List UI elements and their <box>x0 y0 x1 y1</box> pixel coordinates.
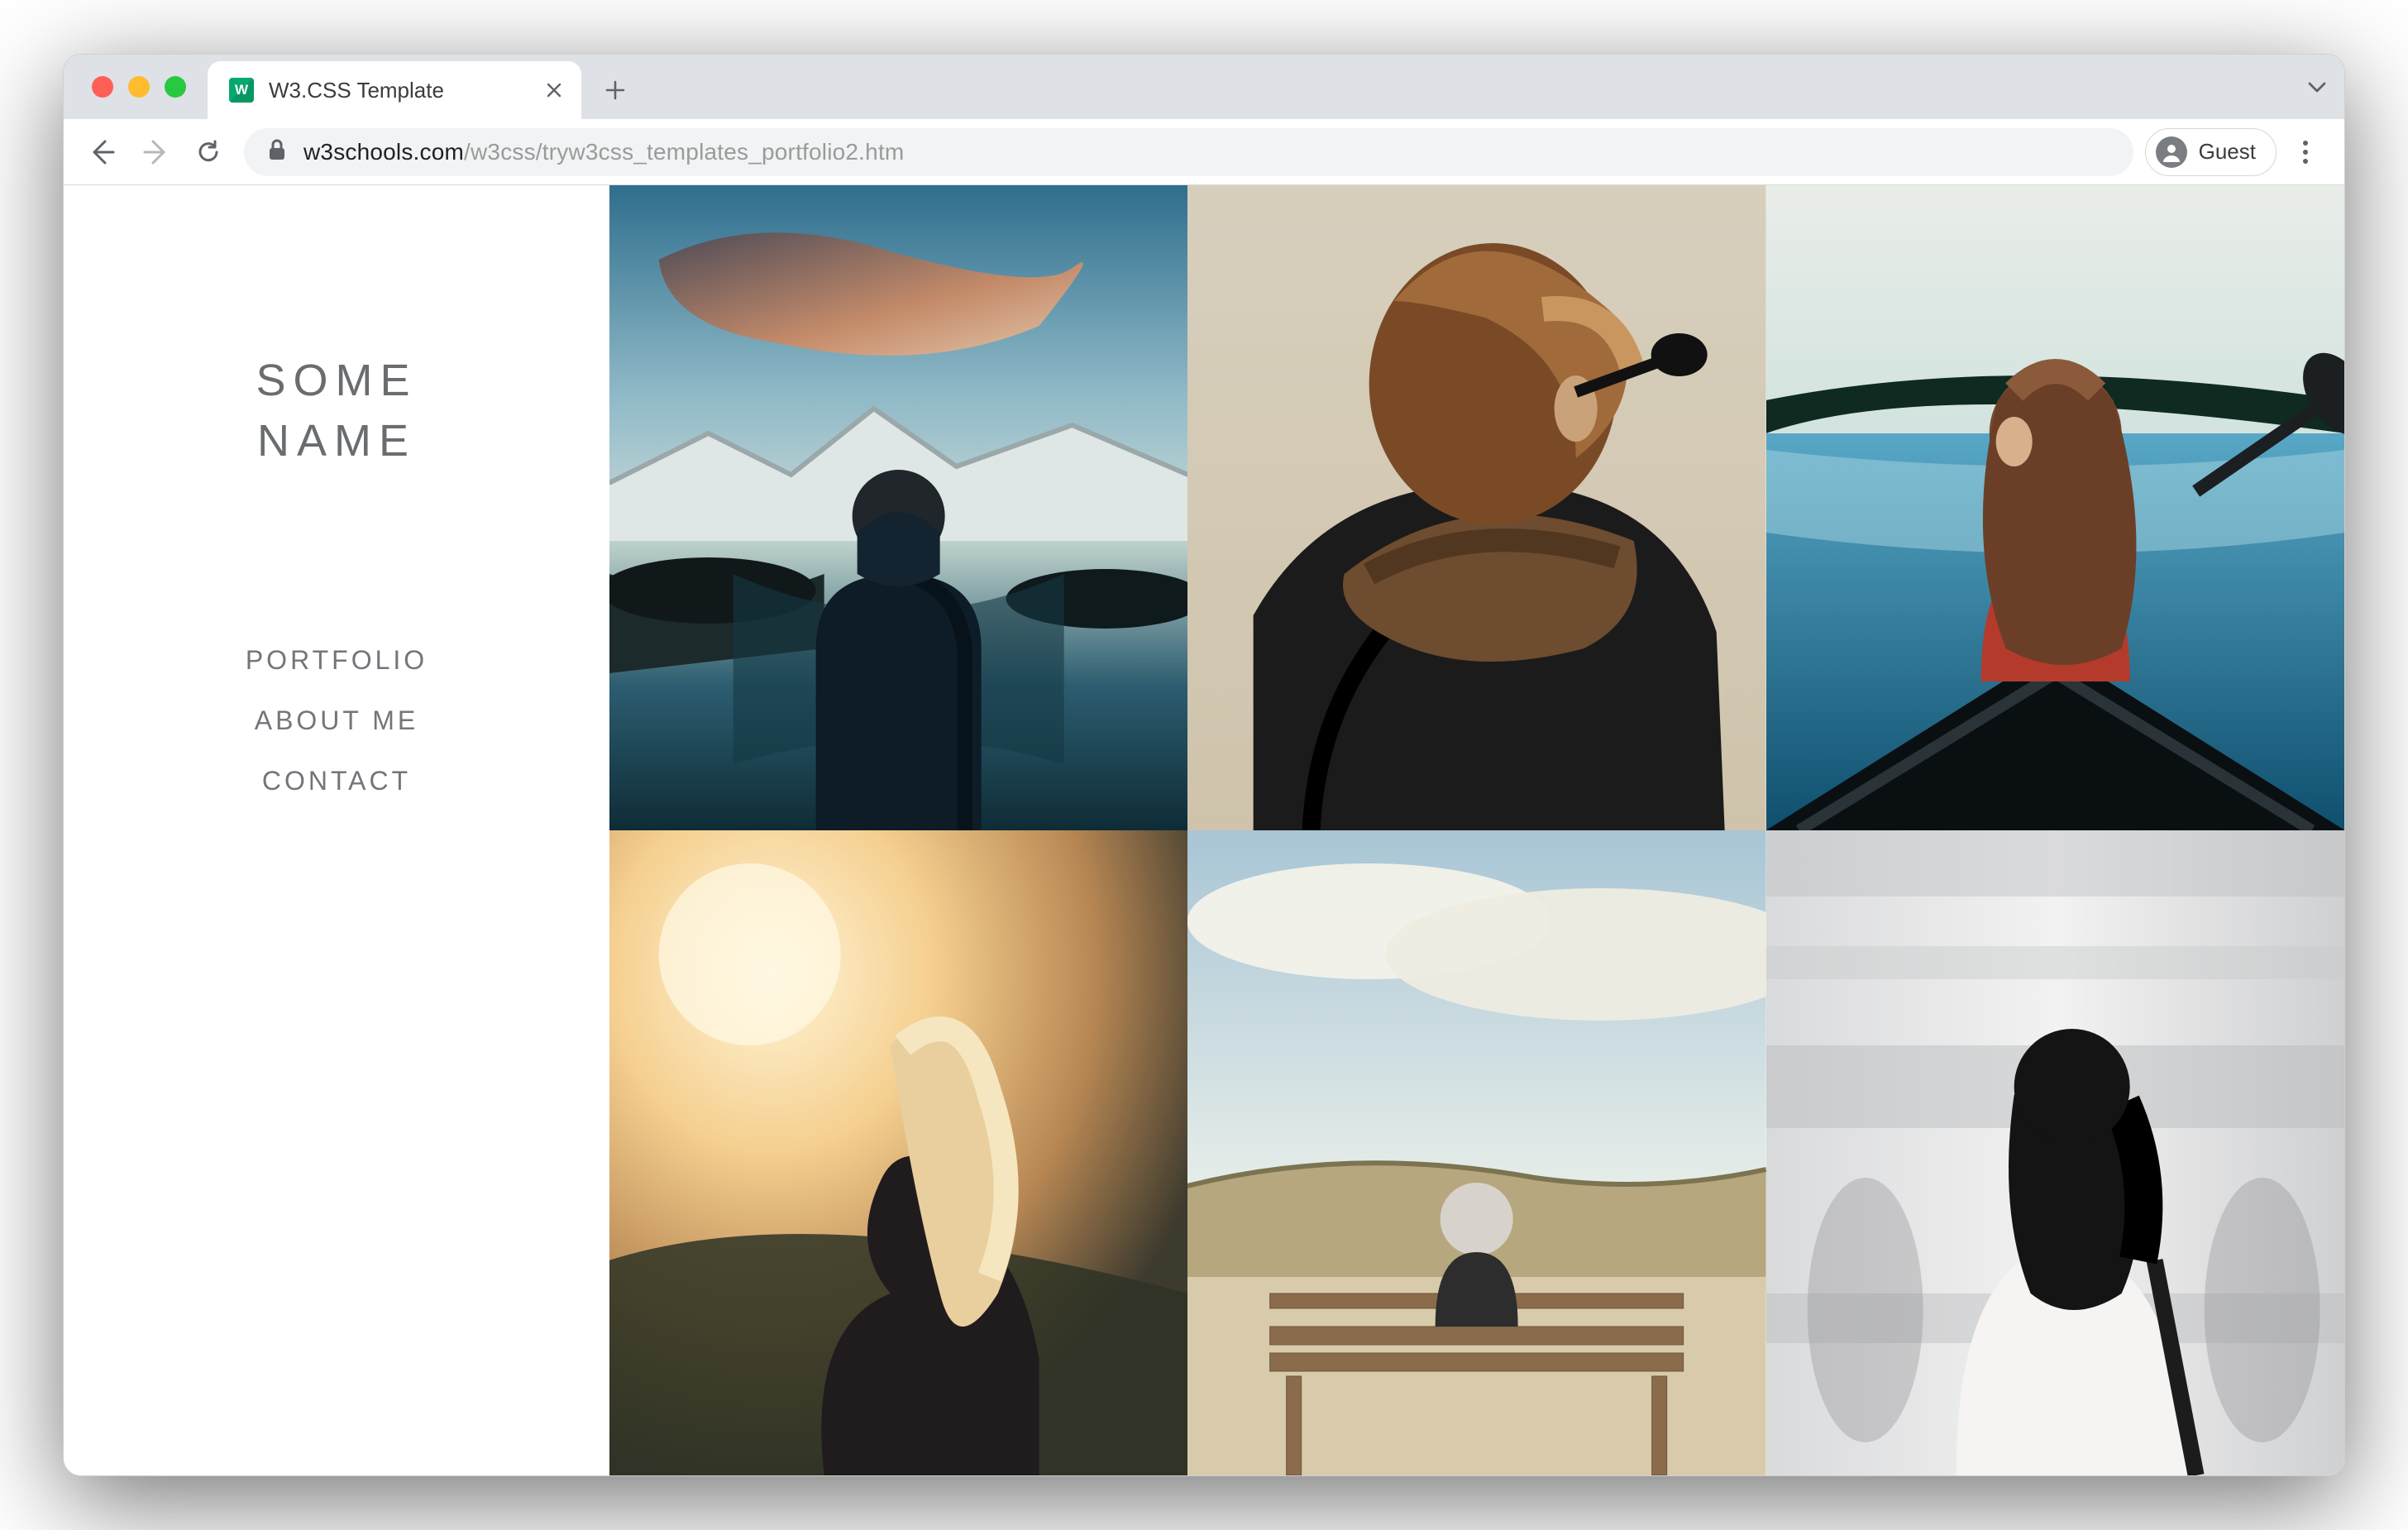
portfolio-grid <box>609 185 2344 1475</box>
tab-close-button[interactable] <box>542 78 566 103</box>
new-tab-button[interactable] <box>593 68 638 112</box>
tab-favicon: W <box>229 78 254 103</box>
page-viewport: SOME NAME PORTFOLIO ABOUT ME CONTACT <box>64 185 2344 1475</box>
window-minimize-button[interactable] <box>128 76 150 98</box>
browser-tab[interactable]: W W3.CSS Template <box>208 61 581 119</box>
portfolio-item[interactable] <box>609 185 1187 830</box>
window-zoom-button[interactable] <box>165 76 186 98</box>
browser-window: W W3.CSS Template <box>63 54 2345 1476</box>
profile-chip[interactable]: Guest <box>2145 128 2277 176</box>
portfolio-item[interactable] <box>1187 185 1765 830</box>
nav-about[interactable]: ABOUT ME <box>255 705 419 736</box>
portfolio-item[interactable] <box>1766 185 2344 830</box>
avatar-icon <box>2156 136 2187 168</box>
nav-contact[interactable]: CONTACT <box>262 766 411 796</box>
brand-line-2: NAME <box>256 411 417 471</box>
portfolio-item[interactable] <box>609 830 1187 1475</box>
portfolio-item[interactable] <box>1766 830 2344 1475</box>
reload-button[interactable] <box>184 128 232 176</box>
address-bar[interactable]: w3schools.com/w3css/tryw3css_templates_p… <box>244 128 2133 176</box>
brand-title: SOME NAME <box>256 351 417 471</box>
nav-portfolio[interactable]: PORTFOLIO <box>246 645 428 676</box>
window-controls <box>64 55 186 119</box>
forward-button[interactable] <box>131 128 179 176</box>
url-text: w3schools.com/w3css/tryw3css_templates_p… <box>303 139 904 165</box>
sidebar-nav: PORTFOLIO ABOUT ME CONTACT <box>246 645 428 796</box>
lock-icon <box>267 138 287 165</box>
browser-toolbar: w3schools.com/w3css/tryw3css_templates_p… <box>64 119 2344 185</box>
back-button[interactable] <box>79 128 127 176</box>
browser-menu-button[interactable] <box>2281 128 2329 176</box>
portfolio-item[interactable] <box>1187 830 1765 1475</box>
window-close-button[interactable] <box>92 76 113 98</box>
tab-strip: W W3.CSS Template <box>64 55 2344 119</box>
brand-line-1: SOME <box>256 351 417 411</box>
profile-label: Guest <box>2199 139 2256 165</box>
sidebar: SOME NAME PORTFOLIO ABOUT ME CONTACT <box>64 185 609 1475</box>
tab-overflow-button[interactable] <box>2305 55 2329 119</box>
tab-title: W3.CSS Template <box>269 78 527 103</box>
